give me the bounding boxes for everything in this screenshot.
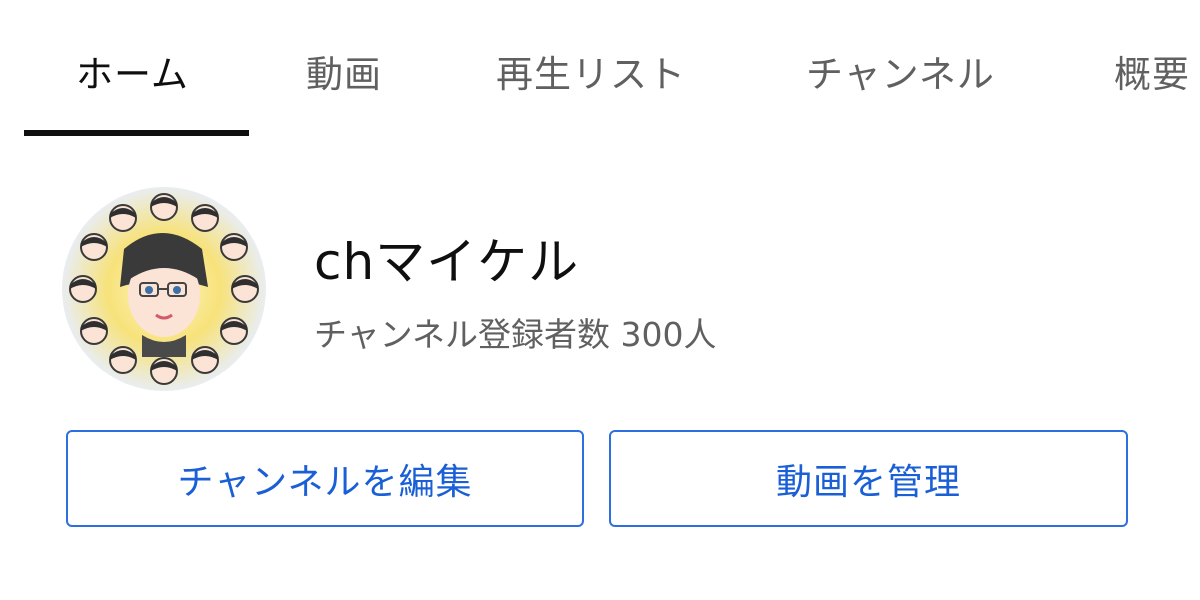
channel-avatar[interactable]: [62, 187, 266, 391]
avatar-illustration-icon: [62, 187, 266, 391]
channel-page: ホーム 動画 再生リスト チャンネル 概要 chマイケル チャンネル登録者数 3…: [0, 0, 1200, 600]
tab-about[interactable]: 概要: [1114, 44, 1190, 140]
edit-channel-button[interactable]: チャンネルを編集: [66, 430, 584, 527]
tab-channels[interactable]: チャンネル: [806, 44, 995, 140]
manage-videos-label: 動画を管理: [775, 461, 961, 503]
channel-name: chマイケル: [314, 233, 580, 291]
channel-tab-bar: ホーム 動画 再生リスト チャンネル 概要: [0, 0, 1200, 140]
tab-playlists[interactable]: 再生リスト: [496, 44, 686, 140]
active-tab-indicator: [24, 130, 249, 136]
tab-videos[interactable]: 動画: [306, 44, 382, 140]
edit-channel-label: チャンネルを編集: [177, 461, 473, 503]
manage-videos-button[interactable]: 動画を管理: [609, 430, 1128, 527]
tab-home[interactable]: ホーム: [76, 44, 189, 140]
subscriber-count: チャンネル登録者数 300人: [314, 315, 717, 354]
